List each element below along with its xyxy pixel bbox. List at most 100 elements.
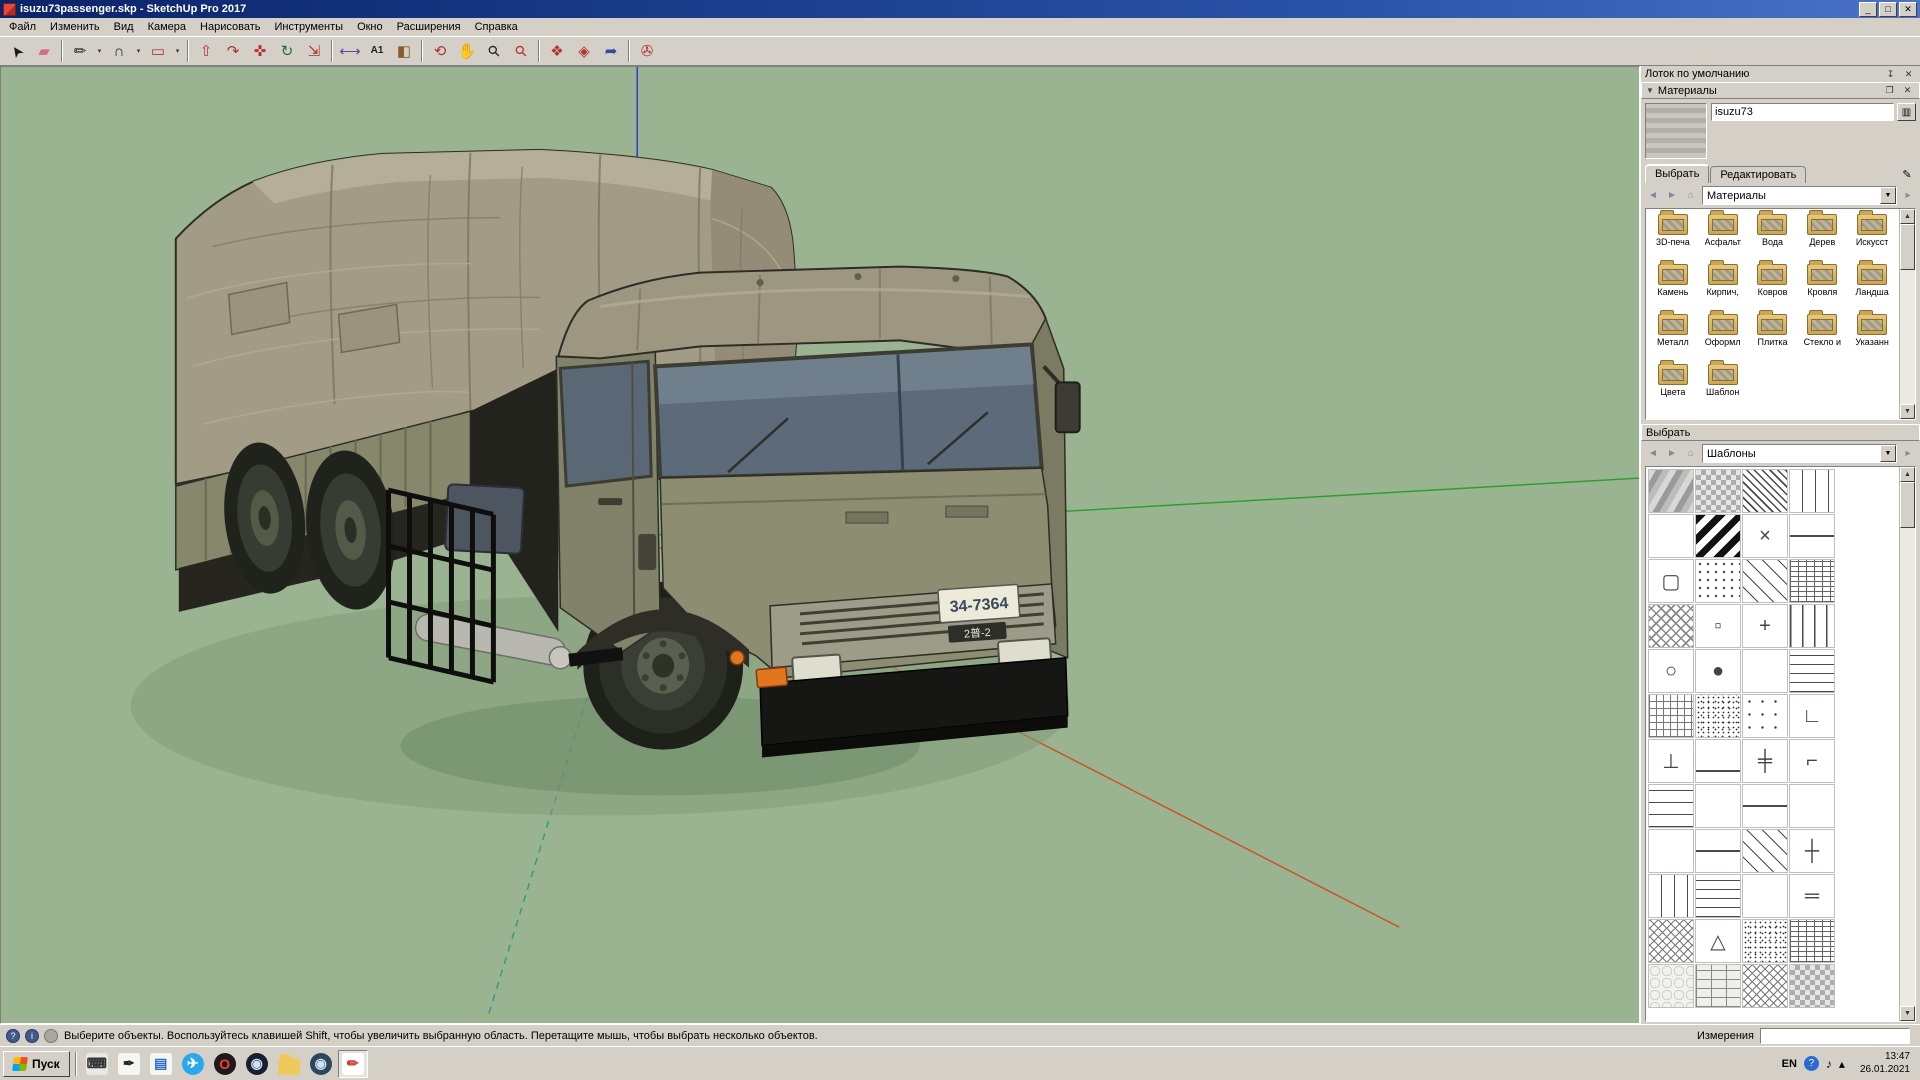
material-folder[interactable]: Цвета: [1648, 361, 1698, 411]
select-panel-header[interactable]: Выбрать: [1641, 424, 1920, 441]
templates-home-button[interactable]: ⌂: [1683, 446, 1699, 462]
templates-dropdown-arrow-icon[interactable]: ▼: [1880, 445, 1896, 462]
menu-item-Справка[interactable]: Справка: [468, 19, 525, 35]
pattern-swatch[interactable]: [1742, 919, 1788, 963]
arc-dropdown-arrow[interactable]: ▾: [133, 39, 144, 64]
pattern-swatch[interactable]: ▢: [1648, 559, 1694, 603]
zoom-tool-button[interactable]: ⚲: [481, 39, 507, 64]
templates-forward-button[interactable]: ►: [1664, 446, 1680, 462]
material-folder[interactable]: Кровля: [1797, 261, 1847, 311]
pattern-swatch[interactable]: ▫: [1695, 604, 1741, 648]
pattern-swatch[interactable]: [1695, 874, 1741, 918]
material-folder[interactable]: Искусст: [1847, 211, 1897, 261]
material-folder[interactable]: Оформл: [1698, 311, 1748, 361]
pattern-swatch[interactable]: ╪: [1742, 739, 1788, 783]
pattern-swatch[interactable]: [1695, 694, 1741, 738]
menu-item-Инструменты[interactable]: Инструменты: [267, 19, 350, 35]
zoom-extents-tool-button[interactable]: ⚲: [508, 39, 534, 64]
clock[interactable]: 13:47 26.01.2021: [1853, 1051, 1917, 1076]
sketchup-taskbar-button[interactable]: ✏: [338, 1050, 368, 1078]
select-tool-button[interactable]: ➤: [4, 39, 30, 64]
eraser-tool-button[interactable]: ▰: [31, 39, 57, 64]
menu-item-Расширения[interactable]: Расширения: [390, 19, 468, 35]
pattern-swatch[interactable]: [1789, 919, 1835, 963]
tray-pin-icon[interactable]: ↧: [1883, 68, 1898, 81]
material-folder[interactable]: Ландша: [1847, 261, 1897, 311]
pattern-swatch[interactable]: ═: [1789, 874, 1835, 918]
pattern-swatch[interactable]: [1789, 784, 1835, 828]
back-button[interactable]: ◄: [1645, 188, 1661, 204]
pattern-swatch[interactable]: [1648, 874, 1694, 918]
panel-close-icon[interactable]: ✕: [1900, 84, 1915, 97]
pattern-swatch[interactable]: ×: [1742, 514, 1788, 558]
pattern-swatch[interactable]: [1648, 964, 1694, 1008]
home-button[interactable]: ⌂: [1683, 188, 1699, 204]
material-folder[interactable]: Вода: [1748, 211, 1798, 261]
pattern-swatch[interactable]: ●: [1695, 649, 1741, 693]
menu-item-Вид[interactable]: Вид: [107, 19, 141, 35]
material-folder[interactable]: Указанн: [1847, 311, 1897, 361]
pattern-swatch[interactable]: [1648, 784, 1694, 828]
pattern-swatch[interactable]: ○: [1648, 649, 1694, 693]
patterns-scrollbar[interactable]: ▲ ▼: [1899, 467, 1915, 1021]
tab-edit[interactable]: Редактировать: [1710, 166, 1806, 183]
patterns-scroll-track[interactable]: [1900, 482, 1915, 1006]
language-indicator[interactable]: EN: [1782, 1058, 1797, 1070]
material-preview[interactable]: [1645, 103, 1707, 159]
pattern-swatch[interactable]: [1789, 469, 1835, 513]
notes-app-taskbar-button[interactable]: ▤: [146, 1050, 176, 1078]
sample-paint-button[interactable]: ✎: [1898, 166, 1916, 183]
measurements-input[interactable]: [1760, 1028, 1910, 1044]
material-name-input[interactable]: [1711, 103, 1894, 121]
details-button[interactable]: ▸: [1900, 188, 1916, 204]
material-folder[interactable]: Плитка: [1748, 311, 1798, 361]
file-explorer-taskbar-button[interactable]: ⌨: [82, 1050, 112, 1078]
steam-2-taskbar-button[interactable]: ◉: [306, 1050, 336, 1078]
text-tool-button[interactable]: A1: [364, 39, 390, 64]
patterns-scroll-up-icon[interactable]: ▲: [1900, 467, 1915, 482]
pattern-swatch[interactable]: [1695, 739, 1741, 783]
pattern-swatch[interactable]: [1648, 469, 1694, 513]
pattern-swatch[interactable]: ∟: [1789, 694, 1835, 738]
arc-tool-button[interactable]: ∩: [106, 39, 132, 64]
minimize-button[interactable]: _: [1859, 2, 1877, 17]
templates-details-button[interactable]: ▸: [1900, 446, 1916, 462]
pattern-swatch[interactable]: +: [1742, 604, 1788, 648]
pattern-swatch[interactable]: [1695, 784, 1741, 828]
tape-measure-tool-button[interactable]: ⟷: [337, 39, 363, 64]
pattern-swatch[interactable]: ⌐: [1789, 739, 1835, 783]
pattern-swatch[interactable]: ⊥: [1648, 739, 1694, 783]
export-tool-button[interactable]: ➦: [598, 39, 624, 64]
menu-item-Изменить[interactable]: Изменить: [43, 19, 107, 35]
pattern-swatch[interactable]: [1789, 514, 1835, 558]
pattern-swatch[interactable]: [1789, 559, 1835, 603]
material-folder[interactable]: Шаблон: [1698, 361, 1748, 411]
help-status-icon[interactable]: ?: [6, 1029, 20, 1043]
pattern-swatch[interactable]: [1742, 559, 1788, 603]
menu-item-Окно[interactable]: Окно: [350, 19, 390, 35]
help-tray-icon[interactable]: ?: [1804, 1056, 1819, 1071]
rectangle-dropdown-arrow[interactable]: ▾: [172, 39, 183, 64]
pattern-swatch[interactable]: [1695, 829, 1741, 873]
templates-back-button[interactable]: ◄: [1645, 446, 1661, 462]
pattern-swatch[interactable]: [1648, 514, 1694, 558]
menu-item-Камера[interactable]: Камера: [141, 19, 193, 35]
pattern-swatch[interactable]: [1789, 604, 1835, 648]
volume-icon[interactable]: ♪: [1826, 1057, 1832, 1071]
pattern-swatch[interactable]: [1742, 874, 1788, 918]
tab-select[interactable]: Выбрать: [1645, 164, 1709, 183]
rotate-tool-button[interactable]: ↻: [274, 39, 300, 64]
pattern-swatch[interactable]: [1789, 964, 1835, 1008]
material-folder[interactable]: Металл: [1648, 311, 1698, 361]
scale-tool-button[interactable]: ⇲: [301, 39, 327, 64]
pattern-swatch[interactable]: ┼: [1789, 829, 1835, 873]
opera-taskbar-button[interactable]: O: [210, 1050, 240, 1078]
material-folder[interactable]: 3D-печа: [1648, 211, 1698, 261]
pattern-swatch[interactable]: [1742, 964, 1788, 1008]
start-button[interactable]: Пуск: [3, 1051, 70, 1077]
material-folder[interactable]: Ковров: [1748, 261, 1798, 311]
move-tool-button[interactable]: ✜: [247, 39, 273, 64]
pattern-swatch[interactable]: [1742, 694, 1788, 738]
material-folder[interactable]: Кирпич,: [1698, 261, 1748, 311]
pattern-swatch[interactable]: [1695, 469, 1741, 513]
